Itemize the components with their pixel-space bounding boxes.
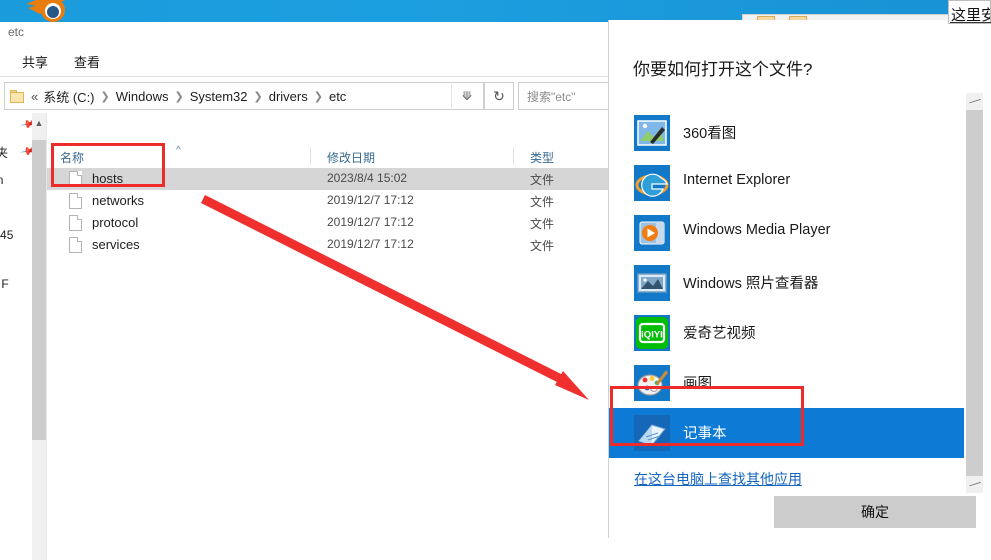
breadcrumb-windows[interactable]: Windows (116, 89, 169, 104)
file-date: 2019/12/7 17:12 (327, 193, 414, 207)
app-list-item-windows-photo-viewer[interactable]: Windows 照片查看器 (609, 258, 964, 308)
nav-item-fragment-4[interactable]: oud F (0, 277, 9, 291)
file-type: 文件 (530, 215, 554, 232)
windows-photo-viewer-icon (634, 265, 670, 301)
background-window-top-right: 这里安 (948, 0, 991, 24)
background-window-underline (950, 22, 991, 23)
folder-icon (10, 90, 25, 103)
file-icon (69, 215, 82, 231)
file-date: 2023/8/4 15:02 (327, 171, 407, 185)
chevron-right-icon: ❯ (101, 90, 110, 103)
ok-button[interactable]: 确定 (774, 496, 976, 528)
breadcrumb-overflow[interactable]: « (31, 89, 38, 104)
explorer-window-title: etc (8, 25, 24, 39)
annotation-highlight-hosts-file (51, 143, 165, 187)
file-name: services (92, 237, 140, 252)
scroll-down-icon[interactable]: ╱ (966, 476, 983, 493)
app-name: 360看图 (683, 122, 736, 143)
breadcrumb-drivers[interactable]: drivers (269, 89, 308, 104)
address-bar[interactable]: « 系统 (C:) ❯ Windows ❯ System32 ❯ drivers… (4, 82, 484, 110)
refresh-icon[interactable]: ↻ (484, 82, 514, 110)
breadcrumb-system32[interactable]: System32 (190, 89, 248, 104)
file-date: 2019/12/7 17:12 (327, 237, 414, 251)
nav-item-fragment-1[interactable]: 夹 (0, 144, 8, 161)
scroll-up-icon[interactable]: ╱ (966, 93, 983, 110)
ribbon-tab-share[interactable]: 共享 (16, 50, 54, 73)
file-name: networks (92, 193, 144, 208)
annotation-highlight-notepad-option (610, 386, 804, 446)
iqiyi-icon: iQIYI (634, 315, 670, 351)
nav-item-fragment-2[interactable]: dalon (0, 173, 3, 187)
column-header-date[interactable]: 修改日期 (327, 149, 375, 166)
nav-pane-scrollbar-thumb[interactable] (32, 140, 46, 440)
app-name: Windows 照片查看器 (683, 272, 818, 293)
app-list-item-iqiyi[interactable]: iQIYI 爱奇艺视频 (609, 308, 964, 358)
dialog-scrollbar[interactable] (966, 93, 983, 493)
sort-ascending-icon: ^ (176, 145, 181, 156)
background-window-text: 这里安 (951, 4, 991, 24)
app-list-item-windows-media-player[interactable]: Windows Media Player (609, 208, 964, 258)
chevron-right-icon: ❯ (314, 90, 323, 103)
app-name: Internet Explorer (683, 172, 790, 188)
ribbon-tab-view[interactable]: 查看 (68, 50, 106, 73)
file-icon (69, 193, 82, 209)
breadcrumb-system-c[interactable]: 系统 (C:) (43, 87, 94, 106)
chevron-down-icon[interactable]: ⟱ (451, 84, 482, 108)
file-date: 2019/12/7 17:12 (327, 215, 414, 229)
file-type: 文件 (530, 193, 554, 210)
file-type: 文件 (530, 237, 554, 254)
app-name: 爱奇艺视频 (683, 322, 756, 343)
file-name: protocol (92, 215, 138, 230)
windows-media-player-icon (634, 215, 670, 251)
app-name: Windows Media Player (683, 222, 830, 238)
column-header-type[interactable]: 类型 (530, 149, 554, 166)
app-list-item-internet-explorer[interactable]: Internet Explorer (609, 158, 964, 208)
nav-item-fragment-3[interactable]: v3.0.45 (0, 228, 13, 242)
360-photo-viewer-icon (634, 115, 670, 151)
find-other-app-link[interactable]: 在这台电脑上查找其他应用 (634, 469, 802, 489)
dialog-title: 你要如何打开这个文件? (633, 55, 812, 80)
app-list-item-360-photo-viewer[interactable]: 360看图 (609, 108, 964, 158)
internet-explorer-icon (634, 165, 670, 201)
open-with-dialog: 你要如何打开这个文件? 360看图 Internet Explorer (608, 20, 991, 538)
svg-text:iQIYI: iQIYI (641, 330, 663, 341)
chevron-right-icon: ❯ (254, 90, 263, 103)
search-placeholder: 搜索"etc" (527, 88, 576, 105)
breadcrumb-etc[interactable]: etc (329, 89, 346, 104)
chevron-right-icon: ❯ (174, 90, 183, 103)
file-icon (69, 237, 82, 253)
file-type: 文件 (530, 171, 554, 188)
scroll-up-icon[interactable]: ▲ (32, 115, 46, 131)
